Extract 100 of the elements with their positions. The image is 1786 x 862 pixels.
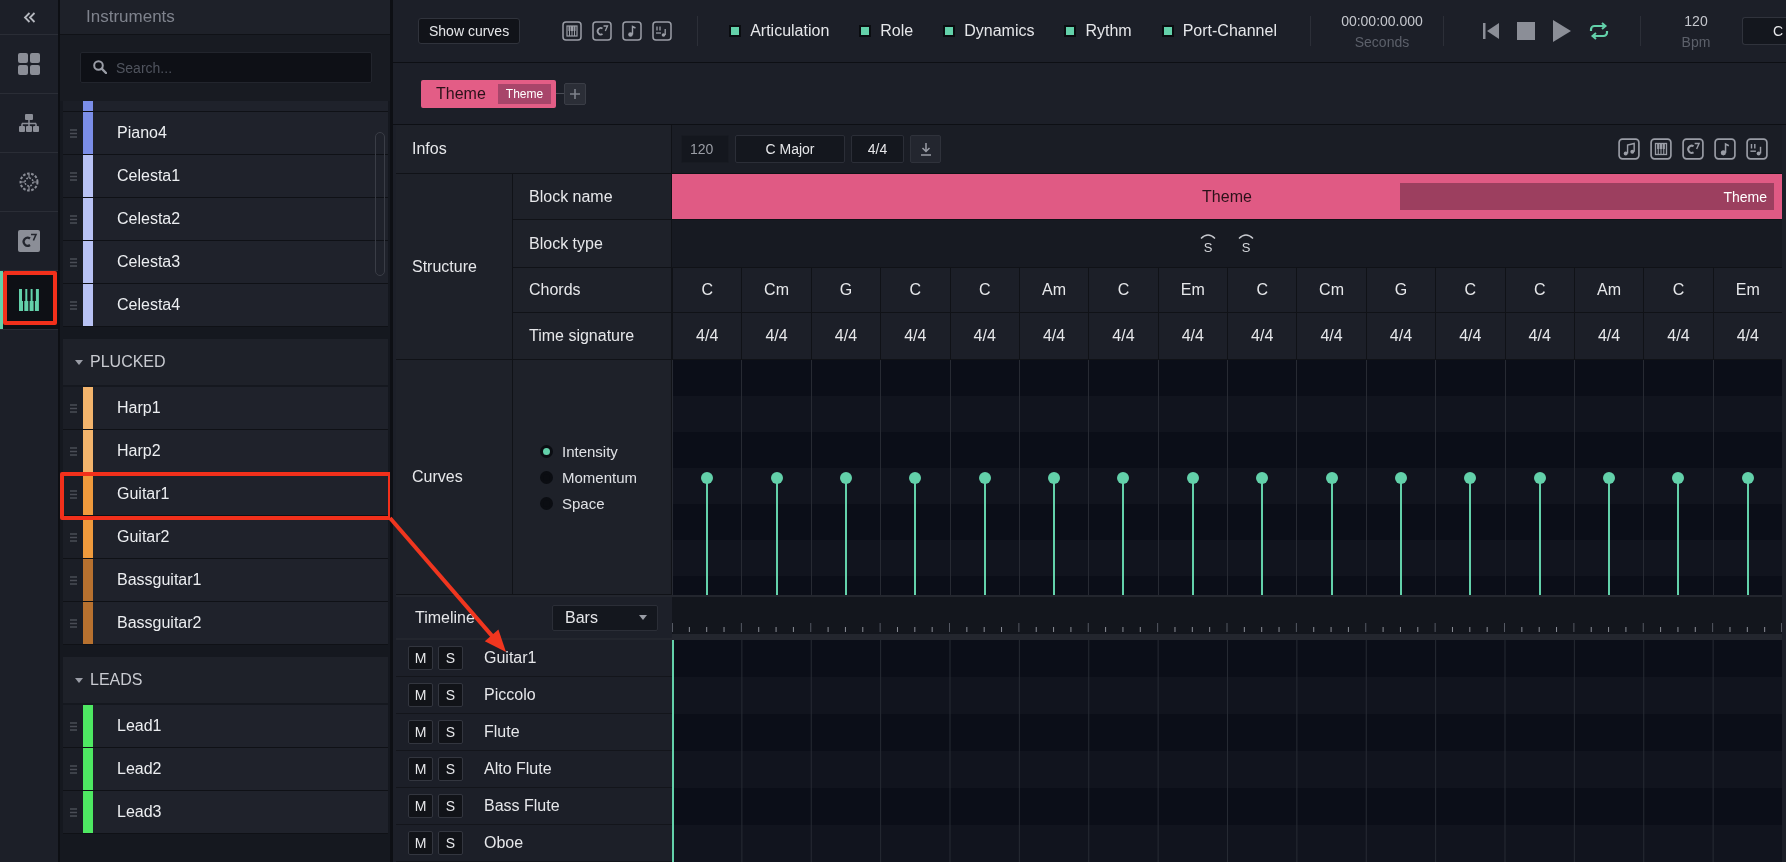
instrument-row[interactable]: Bassguitar1 [63,559,388,602]
download-button[interactable] [910,135,941,163]
drag-handle-icon[interactable] [69,489,77,499]
radio-button[interactable] [540,470,553,484]
instrument-row[interactable]: Harp2 [63,430,388,473]
chord-cell[interactable]: C [949,268,1019,312]
chord-cell[interactable]: Cm [1296,268,1366,312]
time-signature-cell[interactable]: 4/4 [880,313,950,359]
curve-point[interactable] [1186,472,1199,595]
chord-cell[interactable]: Em [1157,268,1227,312]
chord-cell[interactable]: C [1643,268,1713,312]
time-signature-cell[interactable]: 4/4 [1088,313,1158,359]
skip-back-icon[interactable] [1483,22,1499,40]
time-signature-cell[interactable]: 4/4 [1157,313,1227,359]
solo-button[interactable]: S [438,720,463,744]
curve-point[interactable] [1672,472,1685,595]
time-signature-cell[interactable]: 4/4 [949,313,1019,359]
block-name-bar[interactable]: Theme Theme [672,174,1782,220]
radio-button[interactable] [540,496,553,510]
mute-button[interactable]: M [408,831,433,855]
time-signature-cell[interactable]: 4/4 [1296,313,1366,359]
solo-button[interactable]: S [438,831,463,855]
curve-point[interactable] [701,472,714,595]
add-block-button[interactable] [564,82,587,105]
toolbar-field[interactable]: C [1742,17,1786,45]
time-signature-cell[interactable]: 4/4 [1365,313,1436,359]
mute-button[interactable]: M [408,646,433,670]
chord-cell[interactable]: C [1088,268,1158,312]
time-signature-field[interactable]: 4/4 [851,135,904,163]
track-header[interactable]: M S Bass Flute [396,788,672,825]
chord-symbol-icon[interactable] [592,21,613,41]
drag-handle-icon[interactable] [69,257,77,267]
curve-point[interactable] [1048,472,1061,595]
score-icon[interactable] [1746,138,1768,160]
chord-cell[interactable]: Am [1573,268,1644,312]
track-header[interactable]: M S Flute [396,714,672,751]
loop-icon[interactable] [1589,22,1609,40]
instrument-row[interactable]: Celesta2 [63,198,388,241]
play-icon[interactable] [1553,20,1571,42]
chord-cell[interactable]: C [880,268,950,312]
show-curves-button[interactable]: Show curves [418,18,521,44]
solo-button[interactable]: S [438,646,463,670]
legend-checkbox[interactable] [729,25,742,37]
curve-point[interactable] [1533,472,1546,595]
drag-handle-icon[interactable] [69,446,77,456]
group-header[interactable]: LEADS [63,657,388,703]
chord-cell[interactable]: C [672,268,742,312]
time-signature-cell[interactable]: 4/4 [672,313,742,359]
curve-point[interactable] [1394,472,1407,595]
chord-cell[interactable]: G [810,268,881,312]
instrument-row[interactable]: Lead3 [63,791,388,834]
instrument-row[interactable]: Harp1 [63,387,388,430]
track-header[interactable]: M S Piccolo [396,677,672,714]
drag-handle-icon[interactable] [69,300,77,310]
solo-button[interactable]: S [438,683,463,707]
instrument-row[interactable] [63,101,388,112]
group-header[interactable]: PLUCKED [63,339,388,385]
time-signature-cell[interactable]: 4/4 [1573,313,1644,359]
drag-handle-icon[interactable] [69,128,77,138]
curve-point[interactable] [1464,472,1477,595]
chord-cell[interactable]: Em [1712,268,1782,312]
drag-handle-icon[interactable] [69,807,77,817]
drag-handle-icon[interactable] [69,171,77,181]
block-tab[interactable]: Theme Theme [421,79,557,108]
chord-cell[interactable]: C [1227,268,1297,312]
drag-handle-icon[interactable] [69,721,77,731]
track-header[interactable]: M S Guitar1 [396,640,672,677]
curve-point[interactable] [1256,472,1269,595]
instrument-row[interactable]: Celesta3 [63,241,388,284]
curve-point[interactable] [839,472,852,595]
time-signature-cell[interactable]: 4/4 [810,313,881,359]
drag-handle-icon[interactable] [69,618,77,628]
mute-button[interactable]: M [408,683,433,707]
time-signature-cell[interactable]: 4/4 [1227,313,1297,359]
drag-handle-icon[interactable] [69,764,77,774]
block-part[interactable]: Theme [1400,183,1774,210]
curve-point[interactable] [1117,472,1130,595]
instrument-row[interactable]: Bassguitar2 [63,602,388,645]
instrument-row[interactable]: Lead2 [63,748,388,791]
tempo-field[interactable]: 120 [681,135,729,163]
instrument-row[interactable]: Celesta1 [63,155,388,198]
track-header[interactable]: M S Alto Flute [396,751,672,788]
chord-cell[interactable]: C [1504,268,1574,312]
piano-keys-icon[interactable] [1650,138,1672,160]
drag-handle-icon[interactable] [69,214,77,224]
solo-button[interactable]: S [438,794,463,818]
time-signature-cell[interactable]: 4/4 [1435,313,1505,359]
mute-button[interactable]: M [408,757,433,781]
track-header[interactable]: M S Oboe [396,825,672,862]
music-note-icon[interactable] [622,21,643,41]
curve-point[interactable] [770,472,783,595]
instrument-row[interactable]: Celesta4 [63,284,388,327]
mute-button[interactable]: M [408,720,433,744]
drag-handle-icon[interactable] [69,575,77,585]
music-note-icon[interactable] [1714,138,1736,160]
bars-dropdown[interactable]: Bars [552,604,658,631]
chord-cell[interactable]: C [1435,268,1505,312]
search-field[interactable]: Search... [80,52,372,83]
curve-point[interactable] [1603,472,1616,595]
solo-button[interactable]: S [438,757,463,781]
